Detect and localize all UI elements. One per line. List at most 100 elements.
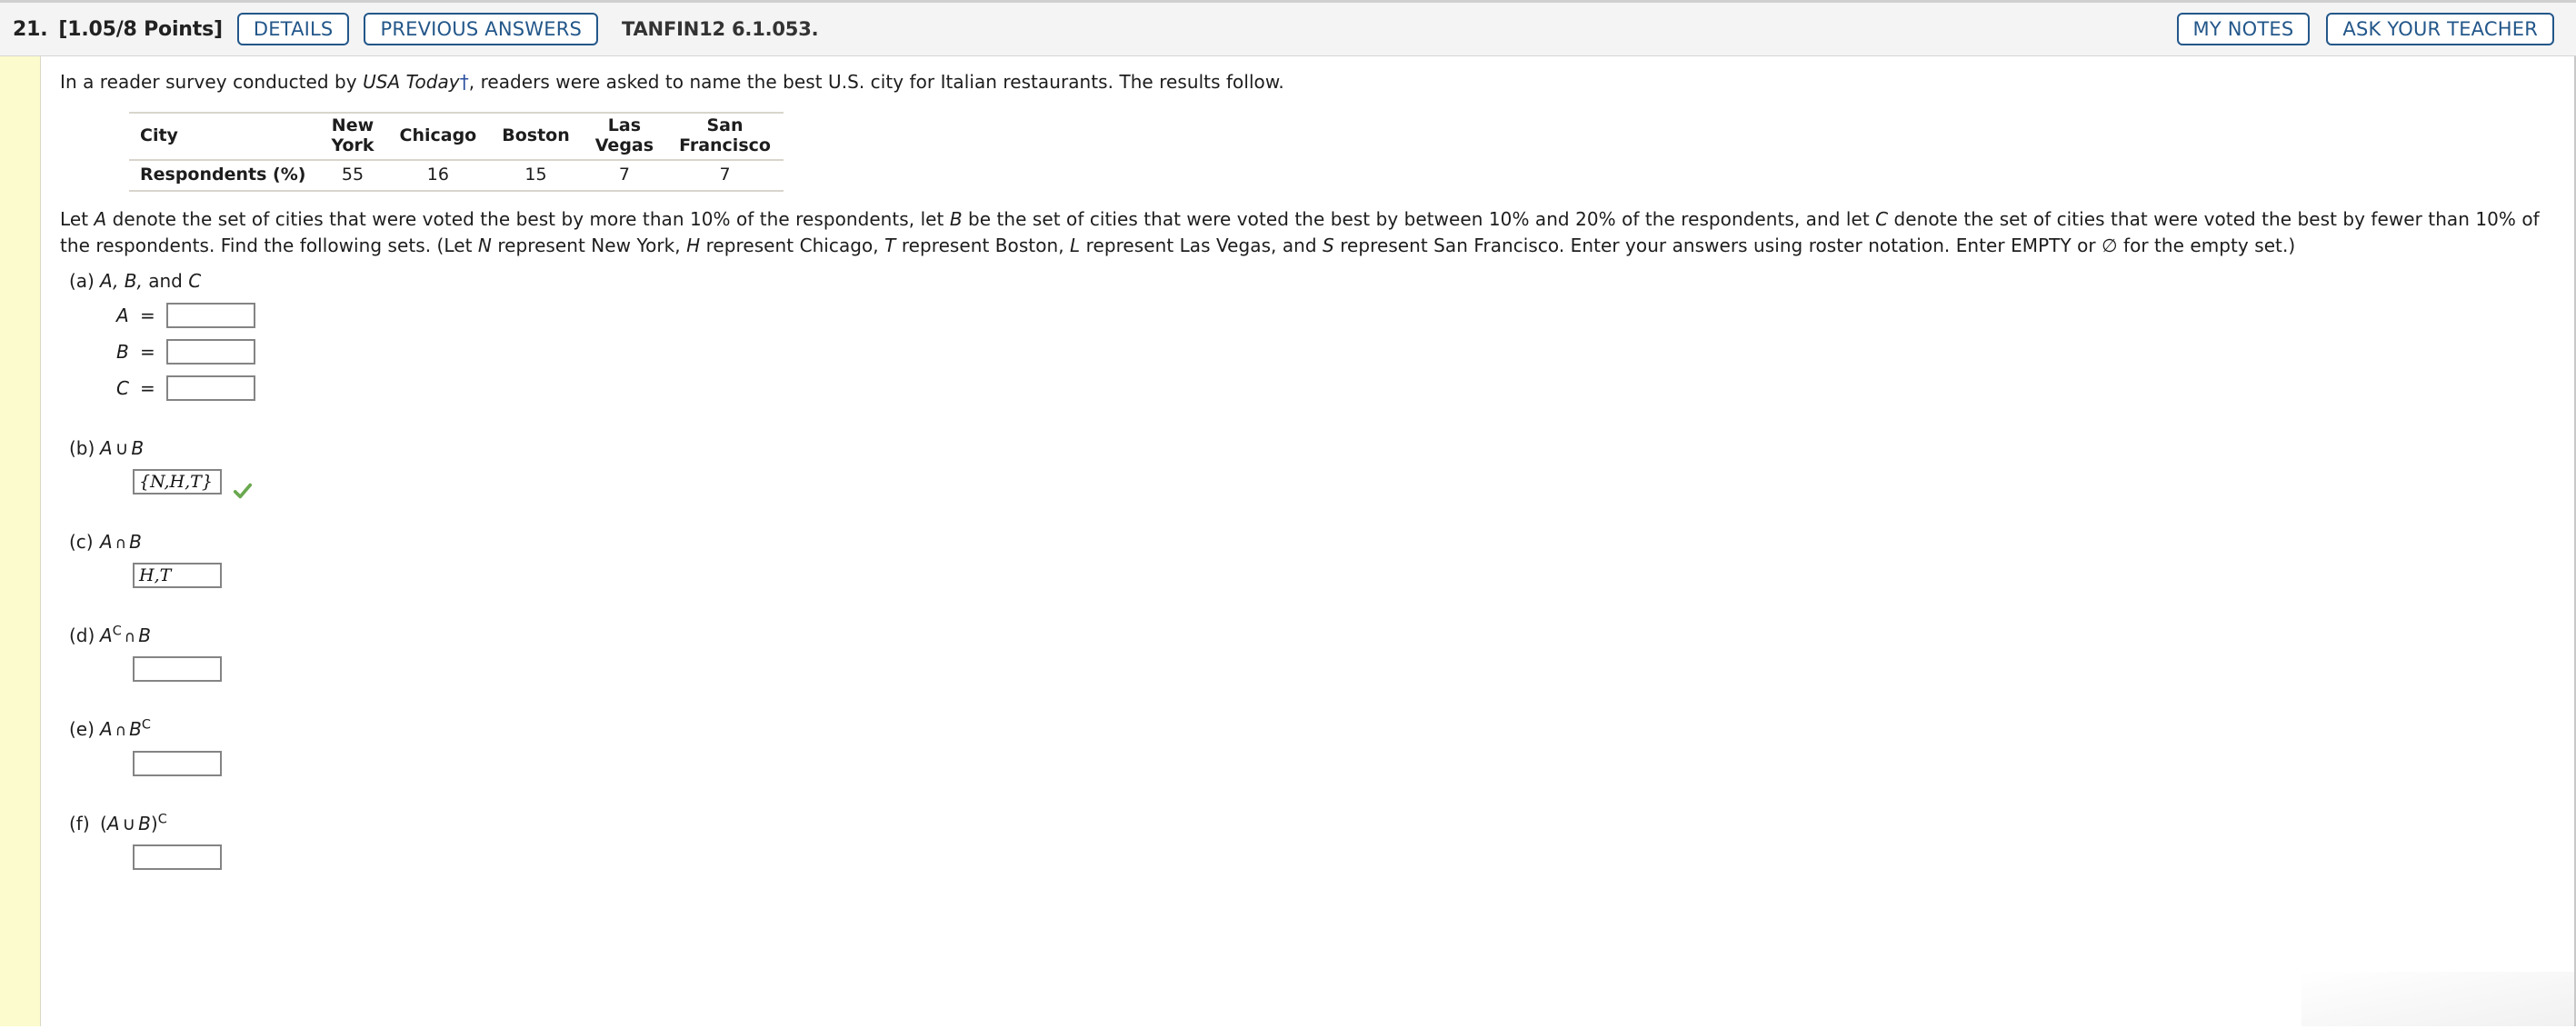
table-col-header-san-francisco: San Francisco: [666, 112, 784, 160]
part-c-label: (c): [69, 530, 94, 553]
part-e-expression: A ∩ BC: [100, 717, 151, 741]
part-a-row-A: A =: [60, 302, 2574, 328]
part-d: (d) AC ∩ B: [60, 624, 2574, 683]
table-cell-las-vegas: 7: [582, 158, 667, 192]
part-e-answer-row: [60, 750, 2574, 776]
table-col-header-city: City: [129, 112, 319, 160]
part-a-expression: A, B, and C: [100, 269, 202, 292]
table-row: Respondents (%) 55 16 15 7 7: [129, 158, 784, 192]
part-d-answer-row: [60, 656, 2574, 683]
complement-superscript: C: [157, 812, 167, 827]
part-c-answer-row: H,T: [60, 562, 2574, 588]
question-number: 21.: [13, 17, 48, 41]
complement-superscript: C: [141, 717, 151, 733]
table-col-header-chicago: Chicago: [386, 112, 490, 160]
part-a-heading: (a) A, B, and C: [60, 270, 2574, 292]
table-cell-boston: 15: [489, 158, 583, 192]
part-a-label: (a): [69, 269, 95, 292]
union-symbol: ∪: [122, 812, 136, 834]
question-header-bar: 21. [1.05/8 Points] DETAILS PREVIOUS ANS…: [0, 0, 2576, 56]
part-b-input[interactable]: {N,H,T}: [133, 468, 222, 495]
survey-table-wrap: City New York Chicago Boston Las Vegas S…: [129, 112, 2574, 192]
part-e: (e) A ∩ BC: [60, 718, 2574, 776]
survey-table-head: City New York Chicago Boston Las Vegas S…: [129, 112, 784, 160]
complement-superscript: C: [112, 624, 122, 639]
part-d-heading: (d) AC ∩ B: [60, 624, 2574, 646]
table-header-row: City New York Chicago Boston Las Vegas S…: [129, 112, 784, 160]
part-c-input[interactable]: H,T: [133, 562, 222, 588]
correct-checkmark-icon: [233, 483, 253, 498]
problem-setup-text: Let A denote the set of cities that were…: [60, 207, 2540, 256]
table-row-header-respondents: Respondents (%): [129, 158, 319, 192]
part-c: (c) A ∩ B H,T: [60, 531, 2574, 588]
part-f: (f) (A ∪ B)C: [60, 813, 2574, 870]
parts-list: (a) A, B, and C A = B = C = (b) A ∪ B {N…: [60, 270, 2574, 870]
intersect-symbol: ∩: [115, 722, 127, 741]
details-button[interactable]: DETAILS: [236, 13, 350, 45]
header-left-group: 21. [1.05/8 Points] DETAILS PREVIOUS ANS…: [13, 13, 2177, 45]
bottom-gradient: [2301, 972, 2574, 1026]
part-f-expression: (A ∪ B)C: [100, 812, 167, 834]
intro-source-italic: USA Today: [363, 71, 460, 93]
table-cell-san-francisco: 7: [666, 158, 784, 192]
part-b: (b) A ∪ B {N,H,T}: [60, 437, 2574, 498]
part-e-input[interactable]: [133, 750, 222, 776]
part-a-var-C: C: [116, 376, 129, 399]
part-a-var-A: A: [116, 304, 129, 326]
survey-table-body: Respondents (%) 55 16 15 7 7: [129, 158, 784, 192]
part-d-expression: AC ∩ B: [100, 624, 151, 646]
intersect-symbol: ∩: [115, 534, 127, 553]
question-page: 21. [1.05/8 Points] DETAILS PREVIOUS ANS…: [0, 0, 2576, 1029]
survey-table: City New York Chicago Boston Las Vegas S…: [129, 112, 784, 192]
part-a-var-B: B: [116, 340, 129, 363]
question-body: In a reader survey conducted by USA Toda…: [0, 56, 2576, 1026]
question-code: TANFIN12 6.1.053.: [622, 18, 819, 40]
part-a-row-C: C =: [60, 375, 2574, 401]
part-b-heading: (b) A ∪ B: [60, 437, 2574, 459]
part-a-equals-A: =: [140, 304, 155, 326]
table-cell-chicago: 16: [386, 158, 490, 192]
intro-text-before: In a reader survey conducted by: [60, 71, 364, 93]
table-cell-new-york: 55: [318, 158, 387, 192]
table-col-header-new-york: New York: [318, 112, 387, 160]
part-f-label: (f): [69, 812, 90, 834]
my-notes-button[interactable]: MY NOTES: [2176, 13, 2311, 45]
part-a-input-A[interactable]: [165, 302, 255, 328]
header-right-group: MY NOTES ASK YOUR TEACHER: [2176, 13, 2554, 45]
part-a: (a) A, B, and C A = B = C =: [60, 270, 2574, 401]
table-col-header-boston: Boston: [489, 112, 583, 160]
part-e-label: (e): [69, 718, 95, 741]
part-f-input[interactable]: [133, 844, 222, 870]
part-a-input-B[interactable]: [165, 338, 255, 365]
part-b-label: (b): [69, 436, 95, 459]
part-e-heading: (e) A ∩ BC: [60, 718, 2574, 740]
problem-intro: In a reader survey conducted by USA Toda…: [60, 69, 2574, 95]
footnote-dagger: †: [459, 71, 469, 93]
part-a-row-B: B =: [60, 338, 2574, 365]
points-badge: [1.05/8 Points]: [58, 17, 223, 41]
part-d-input[interactable]: [133, 656, 222, 683]
intersect-symbol: ∩: [124, 627, 136, 646]
union-symbol: ∪: [115, 436, 129, 459]
part-c-expression: A ∩ B: [100, 530, 142, 553]
part-c-heading: (c) A ∩ B: [60, 531, 2574, 553]
part-a-equals-C: =: [140, 376, 155, 399]
part-b-expression: A ∪ B: [100, 436, 145, 459]
part-d-label: (d): [69, 624, 95, 646]
part-b-answer-row: {N,H,T}: [60, 468, 2574, 498]
ask-your-teacher-button[interactable]: ASK YOUR TEACHER: [2326, 13, 2554, 45]
part-a-input-C[interactable]: [165, 375, 255, 401]
previous-answers-button[interactable]: PREVIOUS ANSWERS: [364, 13, 599, 45]
question-content: In a reader survey conducted by USA Toda…: [41, 56, 2574, 1026]
part-a-equals-B: =: [140, 340, 155, 363]
table-col-header-las-vegas: Las Vegas: [582, 112, 667, 160]
intro-text-after: , readers were asked to name the best U.…: [468, 71, 1284, 93]
part-f-heading: (f) (A ∪ B)C: [60, 813, 2574, 834]
status-rail: [0, 56, 41, 1026]
part-f-answer-row: [60, 844, 2574, 870]
